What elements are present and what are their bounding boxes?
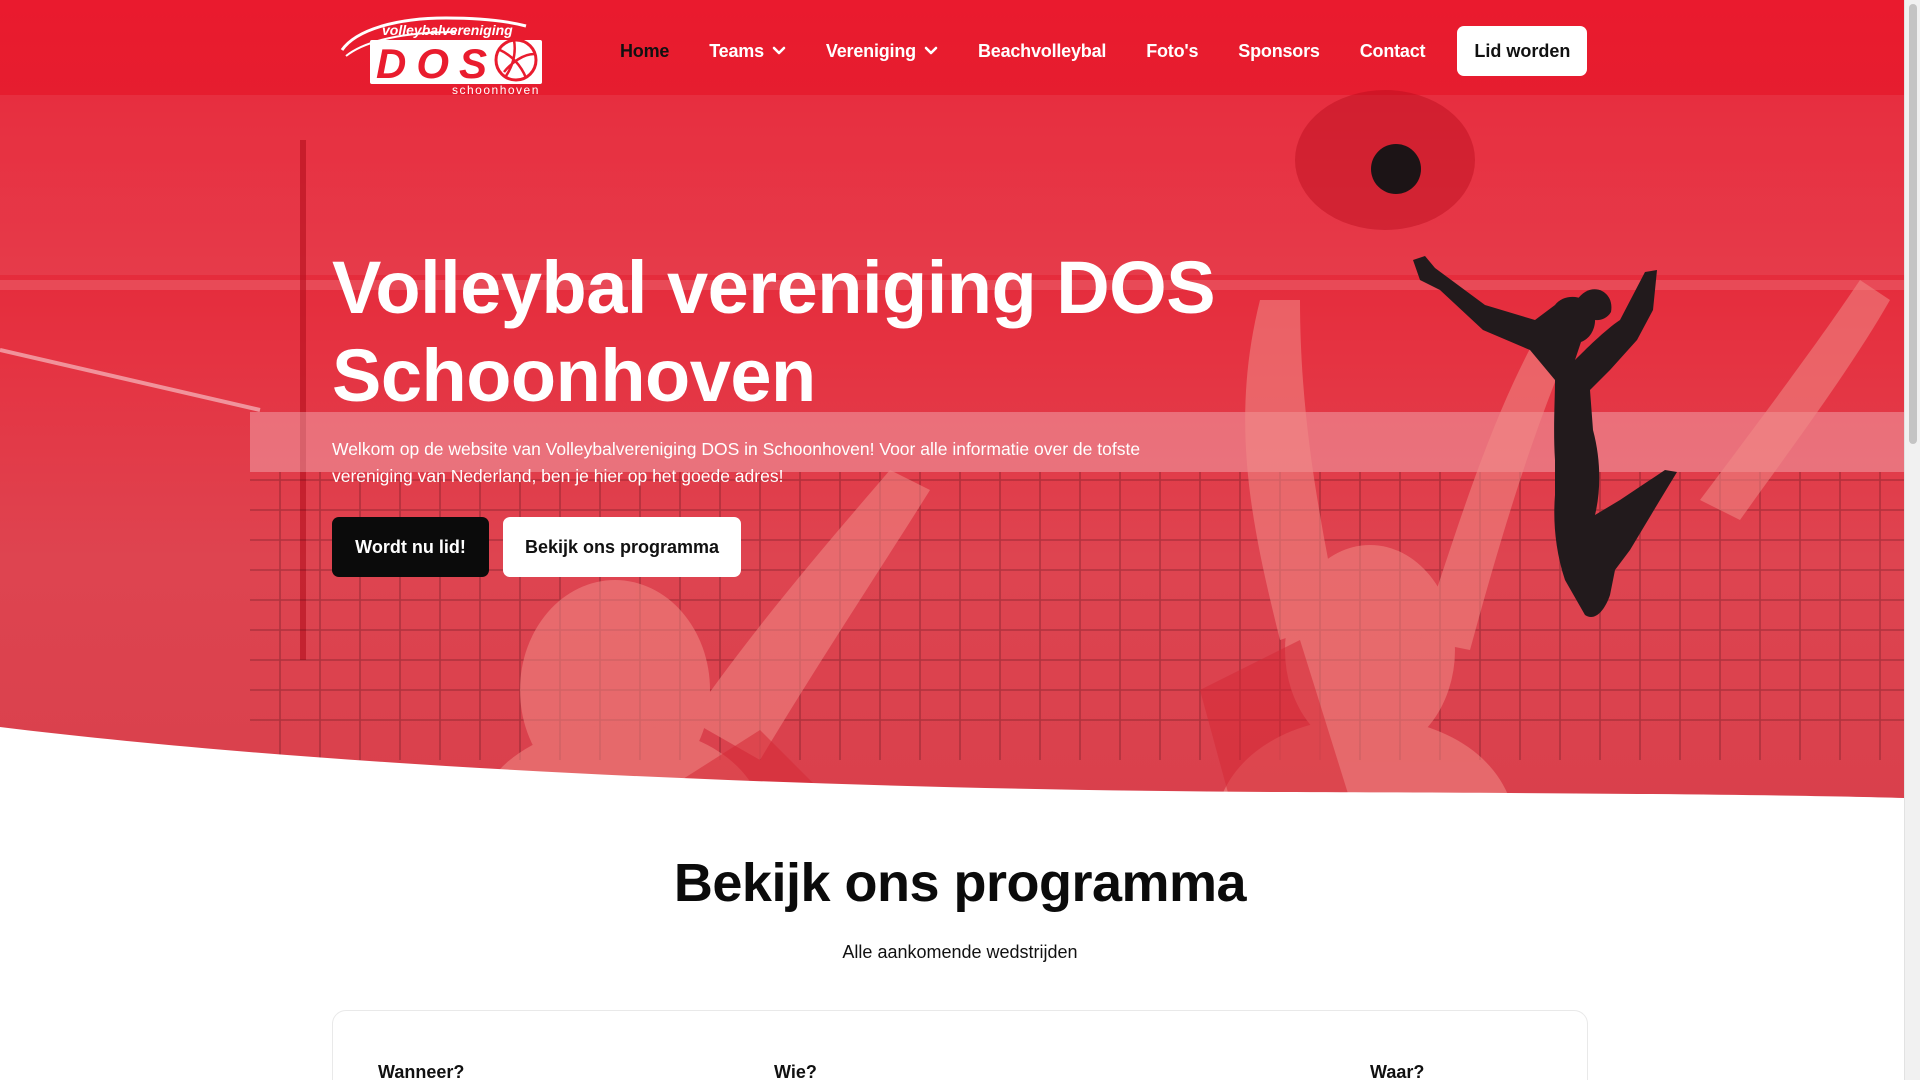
nav-item-sponsors[interactable]: Sponsors bbox=[1238, 40, 1320, 62]
nav-item-beachvolleybal[interactable]: Beachvolleybal bbox=[978, 41, 1106, 62]
hero-subtitle: Welkom op de website van Volleybalvereni… bbox=[332, 436, 1212, 490]
nav-item-label: Sponsors bbox=[1238, 40, 1320, 61]
program-title: Bekijk ons programma bbox=[673, 853, 1247, 913]
nav-item-teams[interactable]: Teams bbox=[709, 41, 786, 62]
column-header-wanneer: Wanneer? bbox=[378, 1062, 465, 1080]
chevron-down-icon bbox=[924, 46, 938, 55]
nav-item-label: Teams bbox=[709, 40, 764, 61]
hero-subtitle-line2: vereniging van Nederland, ben je hier op… bbox=[332, 466, 784, 486]
page-scrollbar[interactable] bbox=[1904, 0, 1920, 1080]
nav-item-label: Foto's bbox=[1146, 40, 1199, 61]
view-program-button[interactable]: Bekijk ons programma bbox=[503, 517, 741, 577]
nav-item-label: Home bbox=[620, 40, 670, 61]
dos-logo[interactable]: volleybalvereniging DOS schoonhoven bbox=[336, 10, 548, 96]
nav-item-vereniging[interactable]: Vereniging bbox=[826, 41, 938, 62]
hero-title-line2: Schoonhoven bbox=[332, 334, 816, 417]
nav-item-label: Contact bbox=[1359, 40, 1426, 61]
nav-item-label: Vereniging bbox=[825, 40, 916, 61]
column-header-wie: Wie? bbox=[774, 1062, 817, 1080]
logo-main-text: DOS bbox=[376, 40, 497, 87]
nav-item-label: Beachvolleybal bbox=[977, 40, 1107, 61]
nav-item-contact[interactable]: Contact bbox=[1360, 41, 1426, 62]
lid-worden-button[interactable]: Lid worden bbox=[1457, 26, 1588, 76]
hero-subtitle-line1: Welkom op de website van Volleybalvereni… bbox=[332, 439, 1141, 459]
hero-title-line1: Volleybal vereniging DOS bbox=[332, 246, 1216, 329]
scrollbar-thumb[interactable] bbox=[1909, 4, 1917, 444]
chevron-down-icon bbox=[772, 46, 786, 55]
nav-item-home[interactable]: Home bbox=[620, 41, 669, 62]
logo-volleyball-icon bbox=[494, 38, 538, 82]
nav-item-fotos[interactable]: Foto's bbox=[1146, 41, 1198, 62]
column-header-waar: Waar? bbox=[1370, 1062, 1425, 1080]
logo-top-text: volleybalvereniging bbox=[382, 22, 513, 38]
main-nav: Home Teams Vereniging Beachvolleybal Fot… bbox=[620, 26, 1588, 76]
logo-bottom-text: schoonhoven bbox=[452, 83, 540, 96]
hero-title: Volleybal vereniging DOS Schoonhoven bbox=[332, 244, 1232, 420]
program-subtitle: Alle aankomende wedstrijden bbox=[842, 942, 1078, 962]
join-button[interactable]: Wordt nu lid! bbox=[332, 517, 489, 577]
